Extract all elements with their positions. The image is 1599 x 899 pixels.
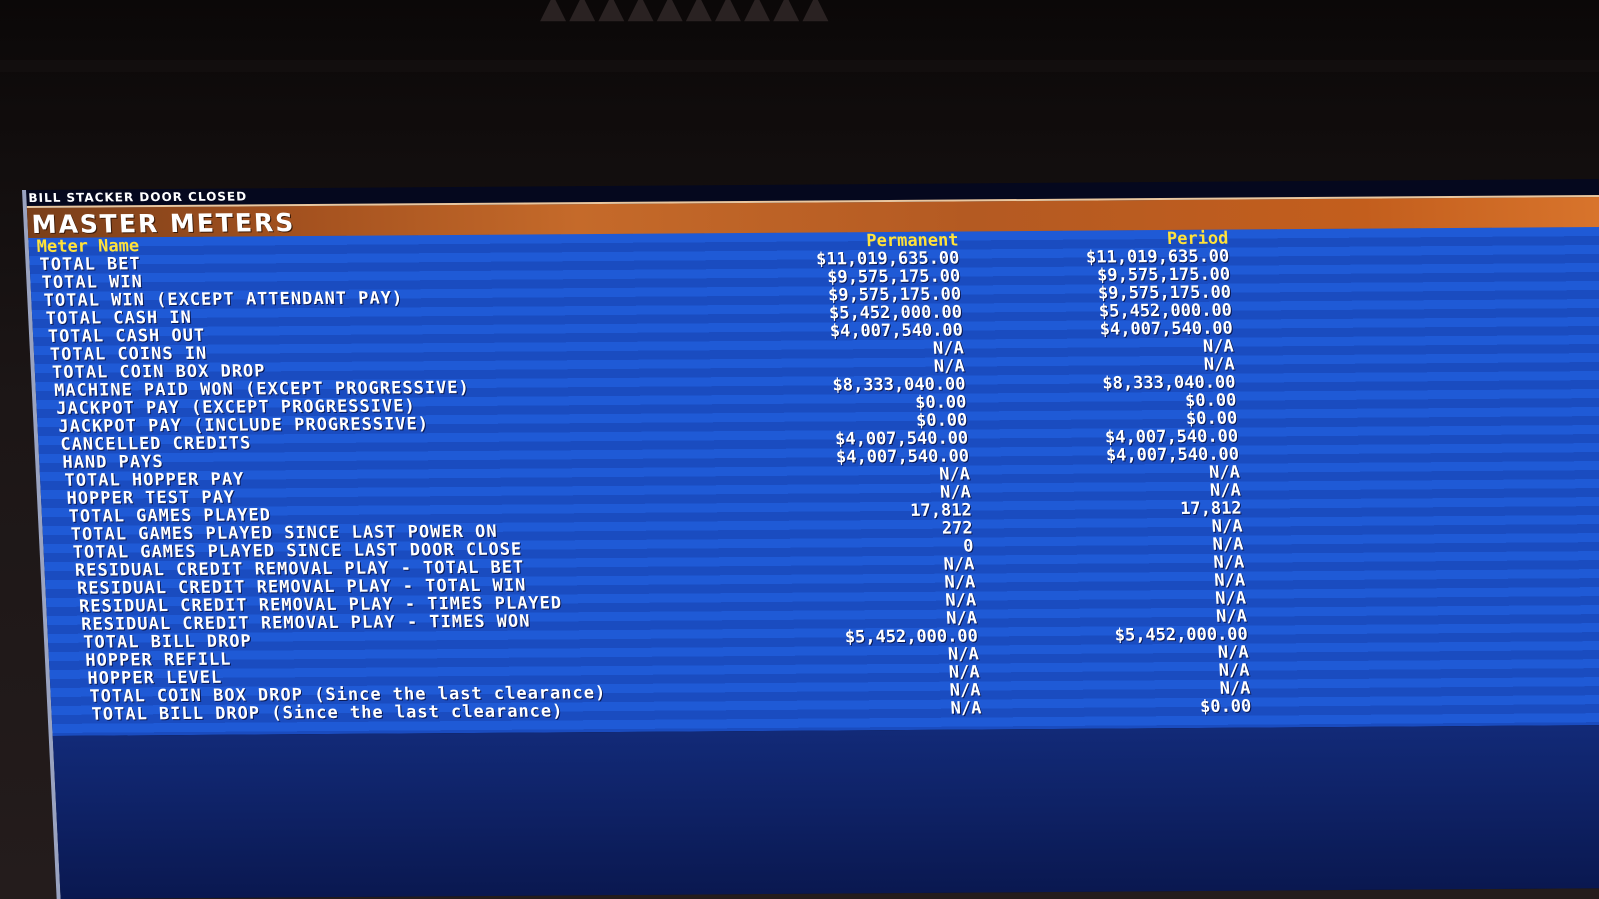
permanent-value-cell: N/A [943, 554, 975, 575]
meters-table: Meter Name Permanent Period TOTAL BET $11… [28, 226, 1599, 736]
period-value-cell: $5,452,000.00 [1114, 624, 1249, 646]
cabinet-logo: ▲▲▲▲▲▲▲▲▲▲ [540, 0, 832, 26]
permanent-value-cell: 272 [941, 518, 974, 539]
permanent-value-cell: N/A [932, 338, 965, 359]
permanent-value-cell: N/A [950, 698, 982, 719]
period-value-cell: N/A [1213, 570, 1246, 591]
meter-name-cell: TOTAL BET [39, 254, 142, 275]
column-header-meter-name: Meter Name [36, 236, 140, 257]
meter-rows: TOTAL BET $11,019,635.00 $11,019,635.00 TOT… [29, 245, 1599, 725]
permanent-value-cell: N/A [938, 464, 971, 485]
period-value-cell: 17,812 [1179, 498, 1243, 520]
permanent-value-cell: $5,452,000.00 [844, 626, 979, 648]
page-title: MASTER METERS [30, 208, 296, 239]
meter-screen: BILL STACKER DOOR CLOSED MASTER METERS M… [22, 178, 1599, 899]
period-value-cell: N/A [1202, 336, 1235, 357]
permanent-value-cell: N/A [948, 662, 981, 683]
bezel-band [0, 60, 1599, 72]
permanent-value-cell: 0 [962, 536, 974, 557]
meter-name-cell: TOTAL WIN [41, 272, 144, 293]
permanent-value-cell: $4,007,540.00 [835, 446, 970, 468]
period-value-cell: $0.00 [1199, 696, 1252, 717]
permanent-value-cell: N/A [944, 572, 976, 593]
period-value-cell: N/A [1214, 588, 1247, 609]
permanent-value-cell: N/A [949, 680, 981, 701]
empty-panel-area [52, 724, 1599, 899]
period-value-cell: N/A [1217, 642, 1250, 663]
period-value-cell: N/A [1208, 462, 1241, 483]
period-value-cell: N/A [1213, 552, 1245, 573]
meter-name-cell: HOPPER LEVEL [87, 667, 223, 689]
permanent-value-cell: N/A [944, 590, 977, 611]
permanent-value-cell: N/A [947, 644, 980, 665]
meter-name-cell: CANCELLED CREDITS [59, 433, 252, 455]
permanent-value-cell: $4,007,540.00 [829, 320, 964, 342]
permanent-value-cell: 17,812 [909, 500, 973, 521]
period-value-cell: N/A [1218, 660, 1251, 681]
meter-name-cell: TOTAL BILL DROP (Since the last clearanc… [91, 701, 564, 725]
period-value-cell: $4,007,540.00 [1105, 444, 1240, 466]
meter-name-cell: HAND PAYS [62, 452, 165, 473]
period-value-cell: N/A [1212, 534, 1244, 555]
period-value-cell: $4,007,540.00 [1099, 318, 1234, 340]
period-value-cell: N/A [1211, 516, 1243, 537]
